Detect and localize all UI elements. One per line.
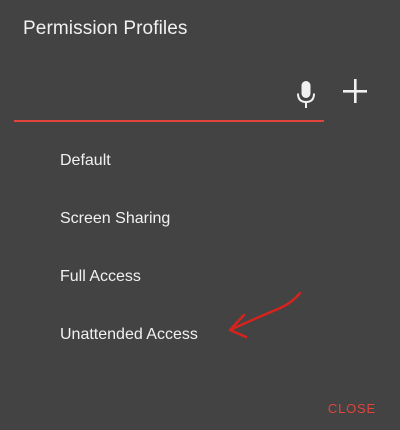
profile-item-label: Full Access <box>60 268 141 285</box>
search-bar <box>14 70 324 122</box>
plus-icon[interactable] <box>340 76 370 106</box>
permission-profiles-dialog: Permission Profiles Default Screen Shari… <box>0 0 400 430</box>
profile-item-label: Default <box>60 152 111 169</box>
search-input[interactable] <box>14 70 284 118</box>
profile-item-label: Unattended Access <box>60 326 198 343</box>
profile-list: Default Screen Sharing Full Access Unatt… <box>0 132 400 364</box>
dialog-title: Permission Profiles <box>23 18 188 39</box>
profile-item-label: Screen Sharing <box>60 210 171 227</box>
profile-item-unattended-access[interactable]: Unattended Access <box>0 306 400 364</box>
profile-item-default[interactable]: Default <box>0 132 400 190</box>
search-underline <box>14 120 324 122</box>
profile-item-full-access[interactable]: Full Access <box>0 248 400 306</box>
profile-item-screen-sharing[interactable]: Screen Sharing <box>0 190 400 248</box>
microphone-icon[interactable] <box>294 80 318 110</box>
close-button[interactable]: CLOSE <box>328 401 376 416</box>
